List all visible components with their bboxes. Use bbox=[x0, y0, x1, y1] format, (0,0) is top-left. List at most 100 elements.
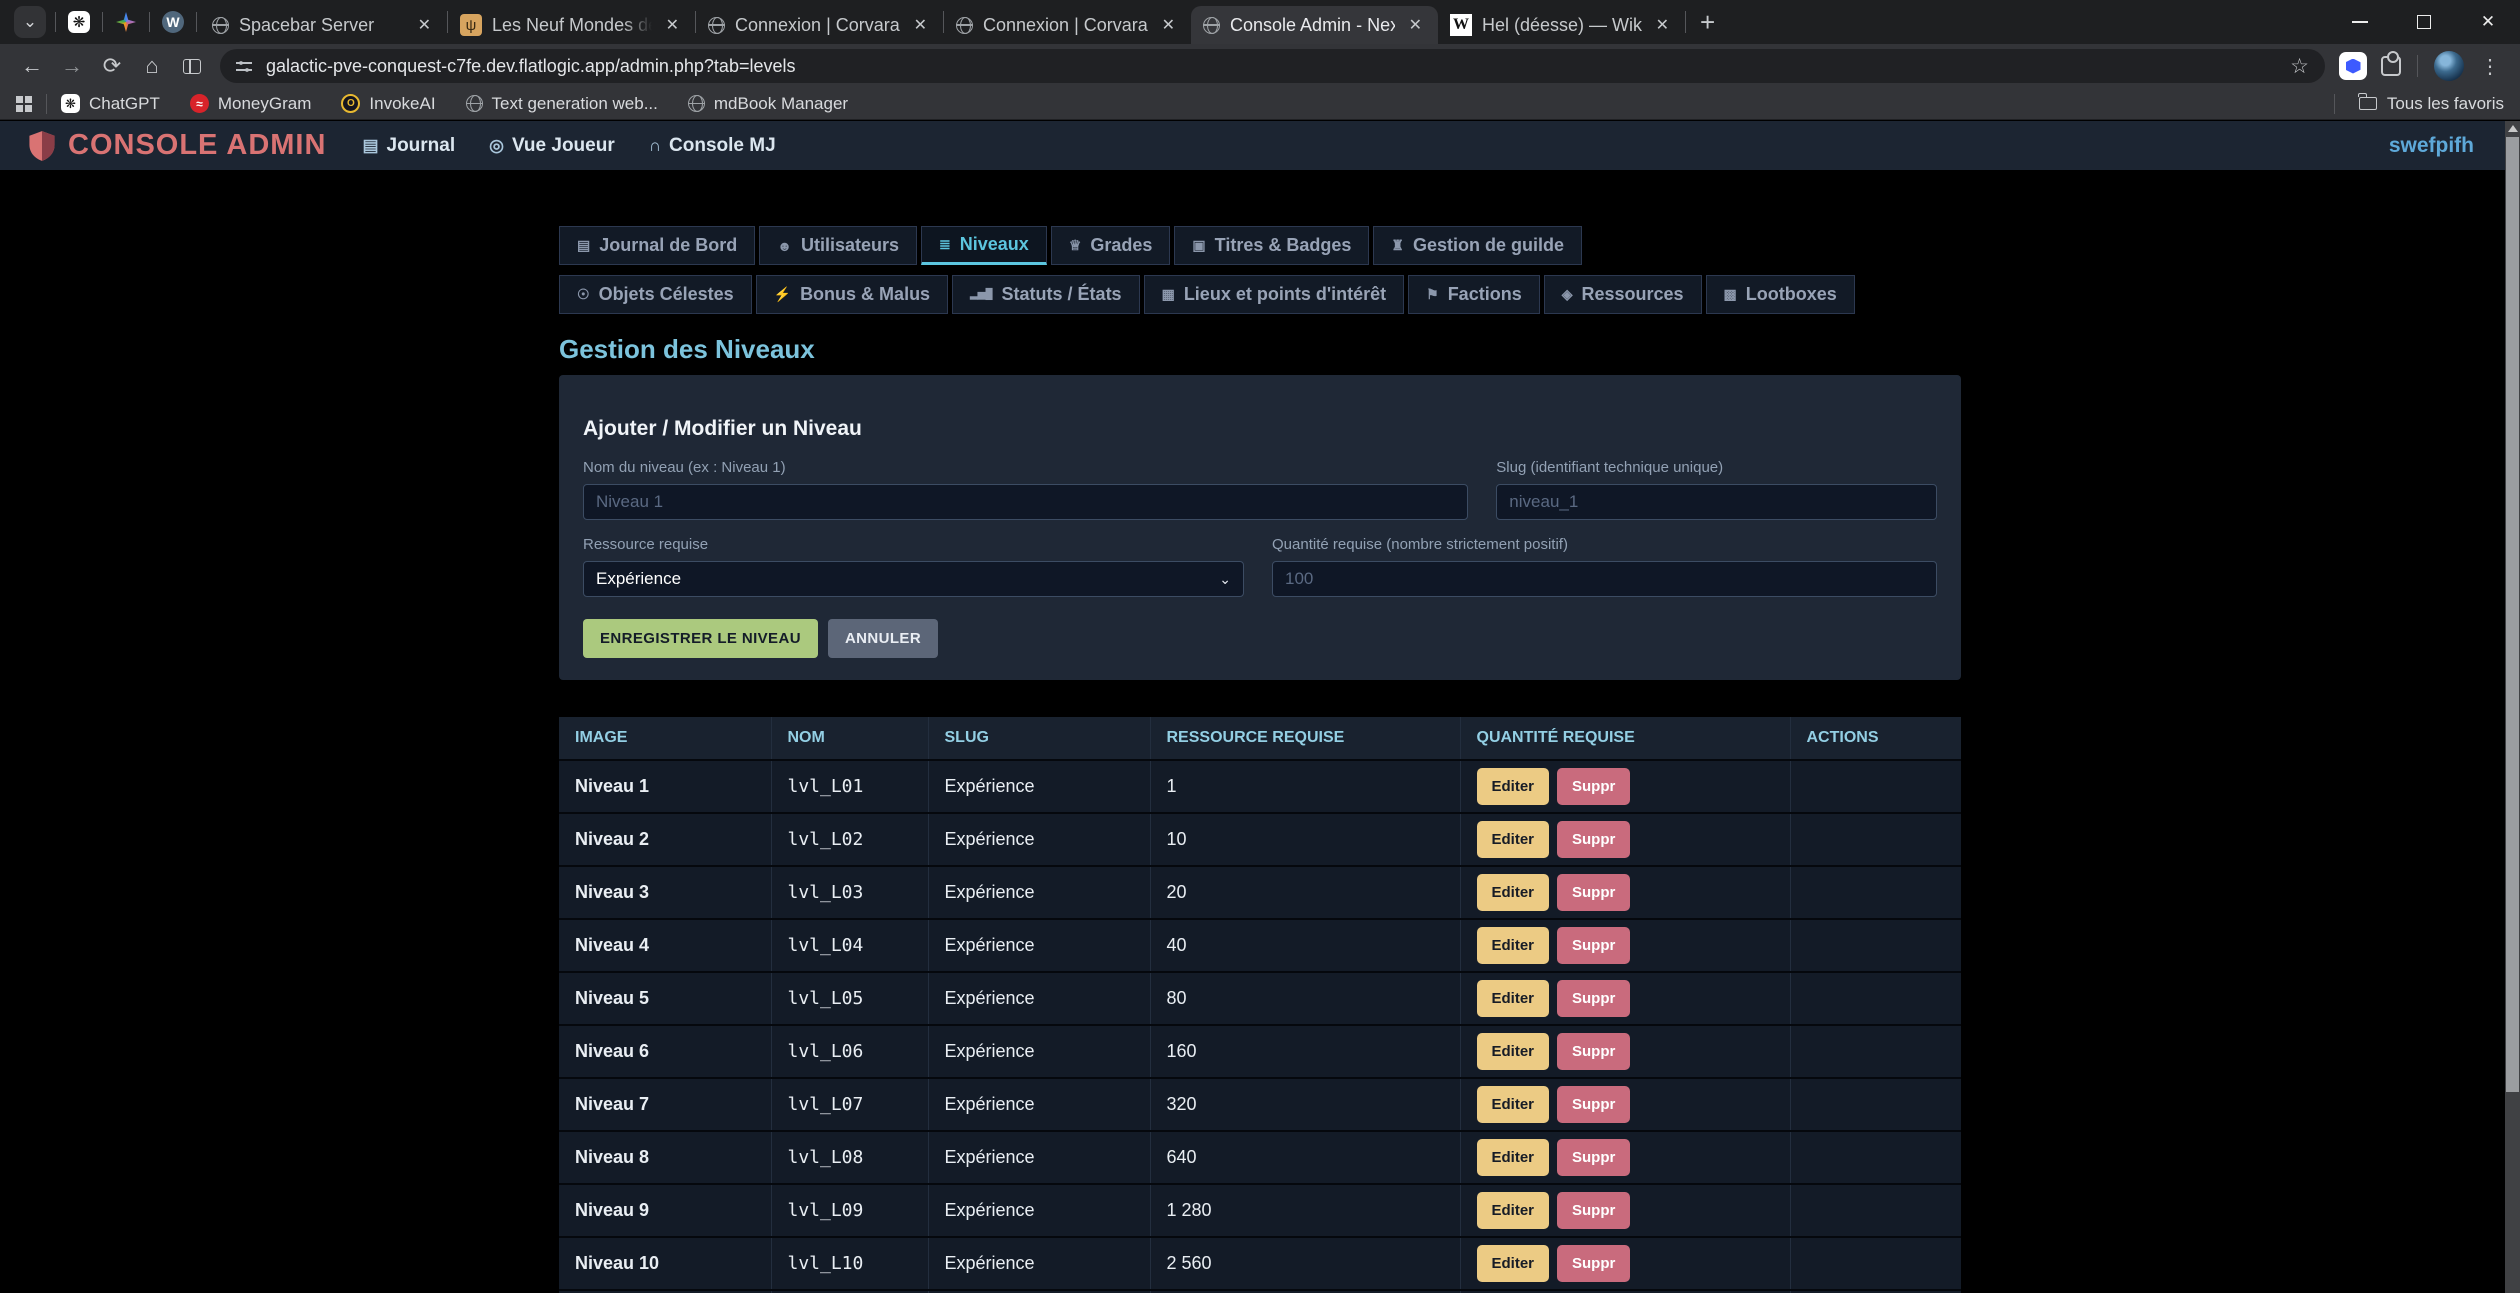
delete-button[interactable]: Suppr bbox=[1557, 980, 1630, 1017]
delete-button[interactable]: Suppr bbox=[1557, 1245, 1630, 1282]
delete-button[interactable]: Suppr bbox=[1557, 1139, 1630, 1176]
close-icon[interactable]: ✕ bbox=[1652, 13, 1673, 37]
tab-utilisateurs[interactable]: ☻ Utilisateurs bbox=[759, 226, 917, 265]
pinned-tab-wordpress[interactable]: W bbox=[153, 5, 193, 39]
level-resource: Expérience bbox=[928, 1025, 1150, 1078]
bookmark-star-icon[interactable]: ☆ bbox=[2290, 54, 2309, 79]
tab-title: Connexion | Corvara bbox=[735, 15, 900, 36]
close-window-button[interactable]: ✕ bbox=[2456, 0, 2520, 44]
url-text[interactable]: galactic-pve-conquest-c7fe.dev.flatlogic… bbox=[266, 56, 2276, 77]
delete-button[interactable]: Suppr bbox=[1557, 1086, 1630, 1123]
maximize-button[interactable] bbox=[2392, 0, 2456, 44]
tab-ressources[interactable]: ◈ Ressources bbox=[1544, 275, 1702, 314]
nav-link-vue-joueur[interactable]: ◎ Vue Joueur bbox=[489, 135, 615, 157]
browser-tab-neuf-mondes[interactable]: ψ Les Neuf Mondes de la Mytholo ✕ bbox=[448, 6, 695, 44]
close-icon[interactable]: ✕ bbox=[662, 13, 683, 37]
browser-tab-spacebar-server[interactable]: Spacebar Server ✕ bbox=[200, 6, 447, 44]
delete-button[interactable]: Suppr bbox=[1557, 768, 1630, 805]
tab-search-button[interactable]: ⌄ bbox=[14, 6, 46, 38]
level-quantity: 1 280 bbox=[1150, 1184, 1460, 1237]
username[interactable]: swefpifh bbox=[2389, 134, 2474, 158]
bookmark-moneygram[interactable]: ≈ MoneyGram bbox=[190, 94, 312, 114]
all-bookmarks-button[interactable]: Tous les favoris bbox=[2320, 94, 2504, 114]
page-scrollbar[interactable] bbox=[2505, 121, 2520, 1293]
close-icon[interactable]: ✕ bbox=[1405, 13, 1426, 37]
delete-button[interactable]: Suppr bbox=[1557, 1192, 1630, 1229]
home-button[interactable]: ⌂ bbox=[132, 48, 172, 84]
side-panel-button[interactable] bbox=[172, 48, 212, 84]
delete-button[interactable]: Suppr bbox=[1557, 821, 1630, 858]
journal-icon: ▤ bbox=[362, 136, 378, 156]
tab-niveaux-active[interactable]: ≣ Niveaux bbox=[921, 226, 1047, 265]
edit-button[interactable]: Editer bbox=[1477, 1139, 1550, 1176]
profile-avatar[interactable] bbox=[2434, 51, 2464, 81]
scrollbar-thumb[interactable] bbox=[2506, 137, 2519, 1092]
pinned-tab-gemini[interactable] bbox=[106, 5, 146, 39]
edit-button[interactable]: Editer bbox=[1477, 1033, 1550, 1070]
tab-title: Spacebar Server bbox=[239, 15, 404, 36]
admin-navbar: CONSOLE ADMIN ▤ Journal ◎ Vue Joueur ∩ C… bbox=[0, 121, 2520, 170]
col-quantite: QUANTITÉ REQUISE bbox=[1460, 717, 1790, 760]
edit-button[interactable]: Editer bbox=[1477, 980, 1550, 1017]
quantity-input[interactable] bbox=[1272, 561, 1937, 597]
edit-button[interactable]: Editer bbox=[1477, 1245, 1550, 1282]
extension-icon bbox=[2346, 59, 2361, 74]
tab-factions[interactable]: ⚑ Factions bbox=[1408, 275, 1540, 314]
extensions-puzzle-icon[interactable] bbox=[2381, 56, 2401, 76]
browser-toolbar: ← → ⟳ ⌂ galactic-pve-conquest-c7fe.dev.f… bbox=[0, 44, 2520, 88]
level-resource: Expérience bbox=[928, 972, 1150, 1025]
browser-tab-wikipedia[interactable]: W Hel (déesse) — Wikipédia ✕ bbox=[1438, 6, 1685, 44]
close-icon[interactable]: ✕ bbox=[910, 13, 931, 37]
tab-statuts-etats[interactable]: ▂▅█ Statuts / États bbox=[952, 275, 1140, 314]
edit-button[interactable]: Editer bbox=[1477, 821, 1550, 858]
scroll-up-icon[interactable] bbox=[2508, 125, 2518, 132]
forward-button[interactable]: → bbox=[52, 48, 92, 84]
minimize-button[interactable] bbox=[2328, 0, 2392, 44]
delete-button[interactable]: Suppr bbox=[1557, 927, 1630, 964]
tab-grades[interactable]: ♕ Grades bbox=[1051, 226, 1171, 265]
browser-tab-console-admin-active[interactable]: Console Admin - Nexus ✕ bbox=[1191, 6, 1438, 44]
bookmark-text-generation[interactable]: Text generation web... bbox=[466, 94, 658, 114]
delete-button[interactable]: Suppr bbox=[1557, 874, 1630, 911]
apps-grid-icon[interactable] bbox=[16, 96, 32, 112]
close-icon[interactable]: ✕ bbox=[1158, 13, 1179, 37]
save-level-button[interactable]: ENREGISTRER LE NIVEAU bbox=[583, 619, 818, 658]
edit-button[interactable]: Editer bbox=[1477, 1192, 1550, 1229]
edit-button[interactable]: Editer bbox=[1477, 768, 1550, 805]
bookmark-mdbook[interactable]: mdBook Manager bbox=[688, 94, 848, 114]
edit-button[interactable]: Editer bbox=[1477, 874, 1550, 911]
tab-bonus-malus[interactable]: ⚡ Bonus & Malus bbox=[756, 275, 948, 314]
tab-title: Console Admin - Nexus bbox=[1230, 15, 1395, 36]
tab-gestion-guilde[interactable]: ♜ Gestion de guilde bbox=[1373, 226, 1582, 265]
tab-journal-de-bord[interactable]: ▤ Journal de Bord bbox=[559, 226, 755, 265]
pinned-tab-chatgpt[interactable]: ❋ bbox=[59, 5, 99, 39]
browser-tab-connexion-1[interactable]: Connexion | Corvara ✕ bbox=[696, 6, 943, 44]
back-button[interactable]: ← bbox=[12, 48, 52, 84]
address-bar[interactable]: galactic-pve-conquest-c7fe.dev.flatlogic… bbox=[220, 49, 2325, 83]
journal-icon: ▤ bbox=[577, 237, 590, 254]
close-icon[interactable]: ✕ bbox=[414, 13, 435, 37]
tab-titres-badges[interactable]: ▣ Titres & Badges bbox=[1174, 226, 1369, 265]
level-name-input[interactable] bbox=[583, 484, 1468, 520]
extension-button[interactable] bbox=[2339, 52, 2367, 80]
cancel-button[interactable]: ANNULER bbox=[828, 619, 938, 658]
reload-button[interactable]: ⟳ bbox=[92, 48, 132, 84]
browser-menu-button[interactable]: ⋮ bbox=[2480, 54, 2500, 79]
resource-select[interactable]: Expérience ⌄ bbox=[583, 561, 1244, 597]
tab-lootboxes[interactable]: ▩ Lootboxes bbox=[1706, 275, 1855, 314]
bookmark-invokeai[interactable]: O InvokeAI bbox=[341, 94, 435, 114]
brand[interactable]: CONSOLE ADMIN bbox=[28, 129, 326, 162]
bookmark-label: mdBook Manager bbox=[714, 94, 848, 114]
browser-tab-connexion-2[interactable]: Connexion | Corvara ✕ bbox=[944, 6, 1191, 44]
bookmark-chatgpt[interactable]: ❋ ChatGPT bbox=[61, 94, 160, 114]
nav-link-console-mj[interactable]: ∩ Console MJ bbox=[649, 135, 776, 157]
site-settings-icon[interactable] bbox=[236, 60, 252, 72]
nav-link-journal[interactable]: ▤ Journal bbox=[362, 135, 455, 157]
slug-input[interactable] bbox=[1496, 484, 1937, 520]
delete-button[interactable]: Suppr bbox=[1557, 1033, 1630, 1070]
new-tab-button[interactable]: + bbox=[1700, 7, 1715, 38]
edit-button[interactable]: Editer bbox=[1477, 927, 1550, 964]
tab-lieux-poi[interactable]: ▦ Lieux et points d'intérêt bbox=[1144, 275, 1405, 314]
edit-button[interactable]: Editer bbox=[1477, 1086, 1550, 1123]
tab-objets-celestes[interactable]: ☉ Objets Célestes bbox=[559, 275, 752, 314]
